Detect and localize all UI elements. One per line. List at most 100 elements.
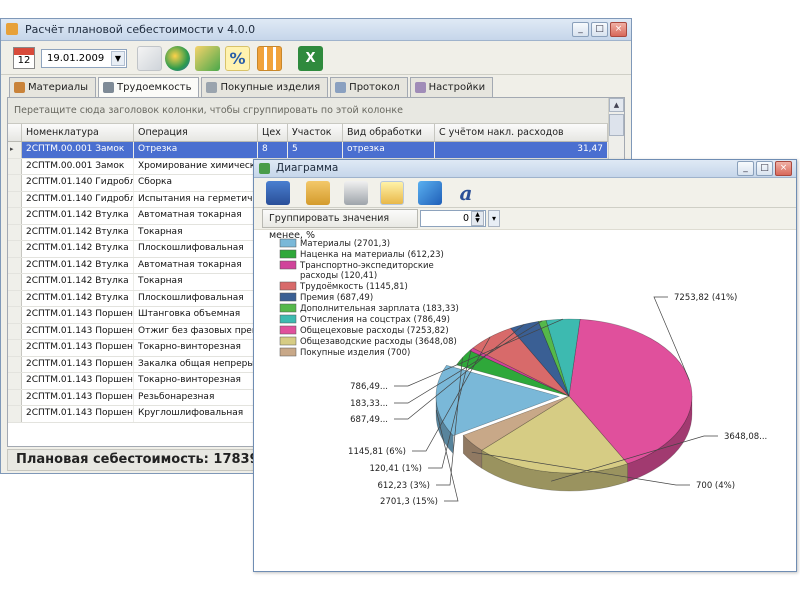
cell-nomenclature[interactable]: 2СПТМ.01.142 Втулка xyxy=(22,274,134,290)
pie-chart-icon[interactable] xyxy=(165,46,190,71)
cell-nomenclature[interactable]: 2СПТМ.01.142 Втулка xyxy=(22,257,134,273)
legend-item: Наценка на материалы (612,23) xyxy=(279,249,444,260)
legend-label: Транспортно-экспедиторские xyxy=(299,261,434,271)
legend-label: Материалы (2701,3) xyxy=(300,239,390,249)
cell-operation[interactable]: Автоматная токарная xyxy=(134,208,258,224)
cell-operation[interactable]: Плоскошлифовальная xyxy=(134,241,258,257)
diagram-titlebar[interactable]: Диаграмма _ □ × xyxy=(254,160,796,178)
main-titlebar[interactable]: Расчёт плановой себестоимости v 4.0.0 _ … xyxy=(1,19,631,41)
settings-icon xyxy=(414,82,426,93)
cell-nomenclature[interactable]: 2СПТМ.01.143 Поршень xyxy=(22,323,134,339)
group-by-hint[interactable]: Перетащите сюда заголовок колонки, чтобы… xyxy=(8,98,624,124)
column-header-shop[interactable]: Цех xyxy=(258,124,288,141)
cell-operation[interactable]: Круглошлифовальная xyxy=(134,406,258,422)
legend-swatch xyxy=(279,292,297,302)
legend-item: Общецеховые расходы (7253,82) xyxy=(279,325,449,336)
legend-item: Покупные изделия (700) xyxy=(279,347,410,358)
cell-operation[interactable]: Сборка xyxy=(134,175,258,191)
tab-settings[interactable]: Настройки xyxy=(409,77,494,97)
tab-materials[interactable]: Материалы xyxy=(9,77,96,97)
legend-swatch xyxy=(279,238,297,248)
cell-operation[interactable]: Резьбонарезная xyxy=(134,389,258,405)
group-dropdown-icon[interactable]: ▾ xyxy=(488,210,500,227)
cell-nomenclature[interactable]: 2СПТМ.01.143 Поршень xyxy=(22,373,134,389)
calendar-icon[interactable]: 12 xyxy=(13,47,35,69)
column-header-processing[interactable]: Вид обработки xyxy=(343,124,435,141)
tab-labor[interactable]: Трудоемкость xyxy=(98,77,200,98)
cell-operation[interactable]: Закалка общая непрерывн... xyxy=(134,356,258,372)
notes-icon[interactable] xyxy=(380,181,404,205)
cell-operation[interactable]: Отрезка xyxy=(134,142,258,158)
app-icon xyxy=(6,23,18,35)
columns-icon[interactable] xyxy=(257,46,282,71)
cell-nomenclature[interactable]: 2СПТМ.01.143 Поршень xyxy=(22,307,134,323)
cell-nomenclature[interactable]: 2СПТМ.01.140 Гидроблок xyxy=(22,191,134,207)
row-indicator xyxy=(8,406,22,422)
scroll-thumb[interactable] xyxy=(609,114,624,136)
cell-shop[interactable]: 8 xyxy=(258,142,288,158)
cell-nomenclature[interactable]: 2СПТМ.01.143 Поршень xyxy=(22,340,134,356)
excel-icon[interactable]: X xyxy=(298,46,323,71)
column-header-cost[interactable]: С учётом накл. расходов xyxy=(435,124,608,141)
pie-slice-label: 2701,3 (15%) xyxy=(380,497,438,507)
row-indicator xyxy=(8,323,22,339)
tab-purchased-items[interactable]: Покупные изделия xyxy=(201,77,329,97)
cube-icon[interactable] xyxy=(418,181,442,205)
cell-nomenclature[interactable]: 2СПТМ.01.142 Втулка xyxy=(22,208,134,224)
scroll-up-icon[interactable]: ▲ xyxy=(609,98,624,112)
table-row[interactable]: ▸ 2СПТМ.00.001 Замок Отрезка 8 5 отрезка 31,47 xyxy=(8,142,608,159)
cell-nomenclature[interactable]: 2СПТМ.00.001 Замок xyxy=(22,142,134,158)
cell-nomenclature[interactable]: 2СПТМ.01.142 Втулка xyxy=(22,290,134,306)
maximize-button[interactable]: □ xyxy=(591,22,608,37)
cell-nomenclature[interactable]: 2СПТМ.01.140 Гидроблок xyxy=(22,175,134,191)
diagram-window-title: Диаграмма xyxy=(276,162,339,174)
chevron-down-icon[interactable]: ▼ xyxy=(111,51,125,66)
cell-nomenclature[interactable]: 2СПТМ.01.143 Поршень xyxy=(22,406,134,422)
diagram-close-button[interactable]: × xyxy=(775,161,792,176)
minimize-button[interactable]: _ xyxy=(572,22,589,37)
cell-operation[interactable]: Хромирование химическое xyxy=(134,158,258,174)
row-indicator xyxy=(8,191,22,207)
legend-item: Транспортно-экспедиторскиерасходы (120,4… xyxy=(279,260,434,281)
cell-nomenclature[interactable]: 2СПТМ.00.001 Замок xyxy=(22,158,134,174)
spin-icon[interactable]: ▲ ▼ xyxy=(471,211,484,226)
cell-cost[interactable]: 31,47 xyxy=(435,142,608,158)
group-threshold-label: Группировать значения менее, % xyxy=(262,209,418,241)
clipboard-icon[interactable] xyxy=(306,181,330,205)
percent-icon[interactable]: % xyxy=(225,46,250,71)
diagram-maximize-button[interactable]: □ xyxy=(756,161,773,176)
diagram-minimize-button[interactable]: _ xyxy=(737,161,754,176)
save-icon[interactable] xyxy=(266,181,290,205)
cell-operation[interactable]: Токарная xyxy=(134,274,258,290)
font-icon[interactable]: a xyxy=(454,181,478,205)
tab-protocol[interactable]: Протокол xyxy=(330,77,408,97)
cell-nomenclature[interactable]: 2СПТМ.01.142 Втулка xyxy=(22,241,134,257)
tab-label: Трудоемкость xyxy=(117,82,192,93)
column-header-nomenclature[interactable]: Номенклатура xyxy=(22,124,134,141)
cell-operation[interactable]: Токарно-винторезная xyxy=(134,373,258,389)
print-icon[interactable] xyxy=(344,181,368,205)
cell-processing[interactable]: отрезка xyxy=(343,142,435,158)
materials-icon xyxy=(14,82,25,93)
cell-operation[interactable]: Отжиг без фазовых превр... xyxy=(134,323,258,339)
row-indicator xyxy=(8,356,22,372)
cell-operation[interactable]: Автоматная токарная xyxy=(134,257,258,273)
cell-section[interactable]: 5 xyxy=(288,142,343,158)
close-button[interactable]: × xyxy=(610,22,627,37)
cell-operation[interactable]: Токарно-винторезная xyxy=(134,340,258,356)
date-field[interactable]: 19.01.2009 ▼ xyxy=(41,49,127,68)
cell-operation[interactable]: Токарная xyxy=(134,224,258,240)
legend-item: Отчисления на соцстрах (786,49) xyxy=(279,314,450,325)
cell-operation[interactable]: Штанговка объемная xyxy=(134,307,258,323)
document-icon[interactable] xyxy=(137,46,162,71)
cell-nomenclature[interactable]: 2СПТМ.01.142 Втулка xyxy=(22,224,134,240)
refresh-icon[interactable] xyxy=(195,46,220,71)
cell-nomenclature[interactable]: 2СПТМ.01.143 Поршень xyxy=(22,389,134,405)
cell-operation[interactable]: Плоскошлифовальная xyxy=(134,290,258,306)
cell-operation[interactable]: Испытания на герметичность xyxy=(134,191,258,207)
main-window-title: Расчёт плановой себестоимости v 4.0.0 xyxy=(25,23,256,36)
protocol-icon xyxy=(335,82,347,93)
column-header-operation[interactable]: Операция xyxy=(134,124,258,141)
cell-nomenclature[interactable]: 2СПТМ.01.143 Поршень xyxy=(22,356,134,372)
column-header-section[interactable]: Участок xyxy=(288,124,343,141)
